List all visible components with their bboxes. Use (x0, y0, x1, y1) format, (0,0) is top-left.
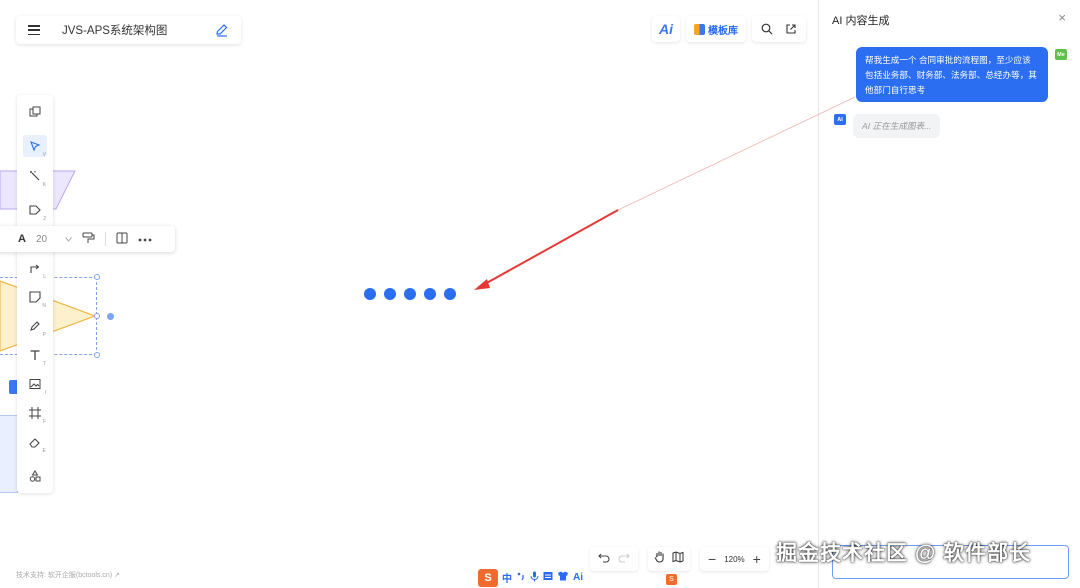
font-size-select[interactable]: 20 (36, 234, 72, 245)
chevron-down-icon (65, 236, 72, 242)
zoom-controls: − 120% + (700, 547, 769, 571)
zoom-in-button[interactable]: + (753, 551, 761, 567)
loading-dot (404, 288, 416, 300)
hand-icon[interactable] (654, 550, 666, 568)
ai-message: AI 正在生成图表... (853, 114, 941, 138)
magic-wand-icon[interactable]: K (23, 165, 47, 188)
map-icon[interactable] (672, 550, 684, 568)
microphone-icon[interactable] (530, 571, 539, 585)
loading-dot (424, 288, 436, 300)
loading-indicator (364, 288, 456, 300)
ai-content-panel: AI 内容生成 × 帮我生成一个 合同审批的流程图，至少应该包括业务部、财务部、… (818, 0, 1080, 588)
ai-label: Ai (659, 21, 673, 37)
loading-dot (444, 288, 456, 300)
template-library-button[interactable]: 模板库 (686, 16, 746, 42)
ai-button[interactable]: Ai (652, 16, 680, 42)
shape-icon[interactable]: 2 (23, 199, 47, 222)
more-options-icon[interactable] (138, 234, 152, 245)
edit-icon[interactable] (215, 23, 229, 37)
template-icon (694, 23, 705, 35)
pen-icon[interactable]: P (23, 315, 47, 338)
connector-icon[interactable]: L (23, 257, 47, 280)
format-painter-icon[interactable] (82, 232, 95, 247)
sticky-note-icon[interactable]: N (23, 286, 47, 309)
skin-icon[interactable] (557, 571, 569, 584)
eraser-icon[interactable]: E (23, 431, 47, 454)
share-icon[interactable] (780, 18, 802, 40)
resize-handle[interactable] (94, 274, 100, 280)
panel-title: AI 内容生成 (832, 15, 890, 27)
resize-handle[interactable] (94, 313, 100, 319)
ime-mini-logo: S (666, 574, 677, 585)
pointer-icon[interactable]: V (23, 135, 47, 158)
ime-language[interactable]: 中 (502, 570, 512, 585)
align-icon[interactable] (116, 232, 128, 247)
history-controls (590, 547, 638, 571)
support-link[interactable]: 技术支持: 软开企服(bctools.cn) ↗ (16, 570, 120, 580)
undo-icon[interactable] (598, 550, 610, 568)
left-toolbar: V K 2 L N P T I F E (17, 95, 53, 493)
redo-icon[interactable] (618, 550, 630, 568)
rectangle-shape[interactable] (0, 415, 18, 493)
font-size-value: 20 (35, 233, 48, 245)
keyboard-icon[interactable] (543, 571, 553, 584)
top-icon-group (752, 16, 806, 42)
close-icon[interactable]: × (1058, 10, 1066, 25)
loading-dot (364, 288, 376, 300)
loading-dot (384, 288, 396, 300)
whiteboard-canvas[interactable]: JVS-APS系统架构图 Ai 模板库 V K 2 L N P T I F E … (0, 0, 818, 588)
ime-logo[interactable]: S (478, 568, 498, 587)
navigation-controls (648, 547, 690, 571)
ime-ai-label[interactable]: Ai (573, 572, 583, 583)
text-icon[interactable]: T (23, 344, 47, 367)
connection-point[interactable] (107, 313, 114, 320)
ime-toolbar: S 中 Ai (476, 568, 585, 587)
template-label: 模板库 (708, 25, 738, 37)
layers-icon[interactable] (23, 101, 47, 123)
punctuation-icon[interactable] (516, 571, 526, 584)
user-avatar: Me (1055, 49, 1067, 60)
resize-handle[interactable] (94, 352, 100, 358)
divider (104, 232, 106, 246)
ai-avatar: AI (834, 114, 846, 125)
more-shapes-icon[interactable] (23, 465, 47, 487)
text-format-toolbar: A 20 (0, 226, 175, 252)
watermark: 掘金技术社区 @ 软件部长 (776, 542, 1032, 565)
document-header: JVS-APS系统架构图 (16, 16, 241, 44)
font-color-button[interactable]: A (18, 233, 26, 245)
menu-icon[interactable] (28, 25, 40, 35)
search-icon[interactable] (756, 18, 778, 40)
image-icon[interactable]: I (23, 373, 47, 396)
frame-icon[interactable]: F (23, 402, 47, 425)
zoom-out-button[interactable]: − (708, 551, 716, 567)
zoom-level[interactable]: 120% (724, 555, 744, 564)
top-toolbar: Ai 模板库 (652, 16, 806, 42)
document-title[interactable]: JVS-APS系统架构图 (62, 22, 215, 38)
user-message: 帮我生成一个 合同审批的流程图，至少应该包括业务部、财务部、法务部、总经办等，其… (856, 47, 1048, 102)
